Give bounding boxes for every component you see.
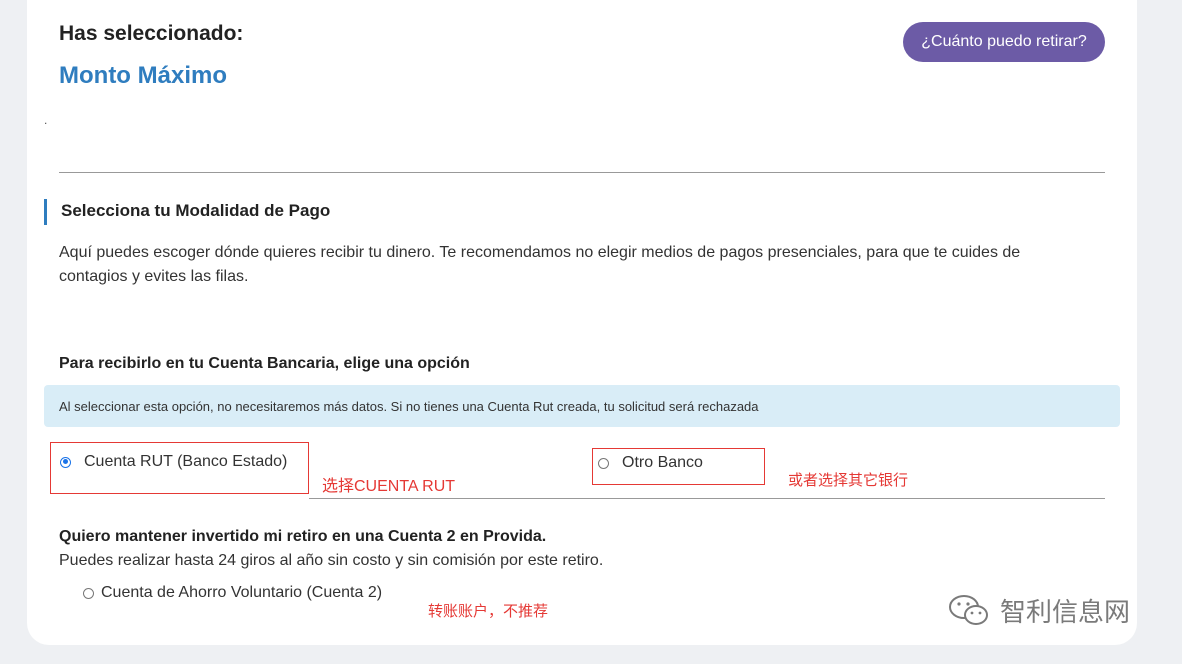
- info-alert-text: Al seleccionar esta opción, no necesitar…: [59, 398, 759, 414]
- radio-label-cuenta-rut: Cuenta RUT (Banco Estado): [84, 453, 288, 470]
- how-much-can-i-withdraw-button[interactable]: ¿Cuánto puedo retirar?: [903, 22, 1105, 62]
- annotation-not-recommended: 转账账户，不推荐: [428, 602, 549, 620]
- main-card: [27, 0, 1137, 645]
- invest-section-title: Quiero mantener invertido mi retiro en u…: [59, 528, 547, 545]
- radio-button-checked[interactable]: [60, 456, 71, 468]
- wechat-icon: [949, 594, 988, 625]
- selected-heading: Has seleccionado:: [59, 22, 244, 45]
- options-divider: [309, 498, 1105, 499]
- watermark: 智利信息网: [948, 592, 1130, 629]
- radio-label-otro-banco: Otro Banco: [622, 454, 703, 471]
- section-accent-bar: [44, 199, 47, 225]
- watermark-text: 智利信息网: [1000, 598, 1131, 628]
- stray-dot: .: [44, 113, 48, 127]
- header-divider: [59, 172, 1105, 173]
- annotation-choose-rut: 选择CUENTA RUT: [322, 478, 456, 495]
- annotation-other-bank: 或者选择其它银行: [788, 471, 909, 489]
- payment-section-description: Aquí puedes escoger dónde quieres recibi…: [59, 244, 1021, 285]
- invest-section-description: Puedes realizar hasta 24 giros al año si…: [59, 552, 604, 569]
- radio-button-unchecked[interactable]: [83, 587, 94, 599]
- radio-label-cuenta-2: Cuenta de Ahorro Voluntario (Cuenta 2): [101, 584, 383, 601]
- bank-account-title: Para recibirlo en tu Cuenta Bancaria, el…: [59, 355, 470, 372]
- radio-option-cuenta-rut[interactable]: Cuenta RUT (Banco Estado): [60, 453, 287, 471]
- selected-amount-value: Monto Máximo: [59, 62, 227, 89]
- payment-section-title: Selecciona tu Modalidad de Pago: [61, 201, 331, 220]
- info-alert: Al seleccionar esta opción, no necesitar…: [44, 385, 1120, 427]
- radio-option-otro-banco[interactable]: Otro Banco: [598, 454, 703, 472]
- radio-option-cuenta-2[interactable]: Cuenta de Ahorro Voluntario (Cuenta 2): [83, 584, 382, 602]
- radio-button-unchecked[interactable]: [598, 457, 609, 469]
